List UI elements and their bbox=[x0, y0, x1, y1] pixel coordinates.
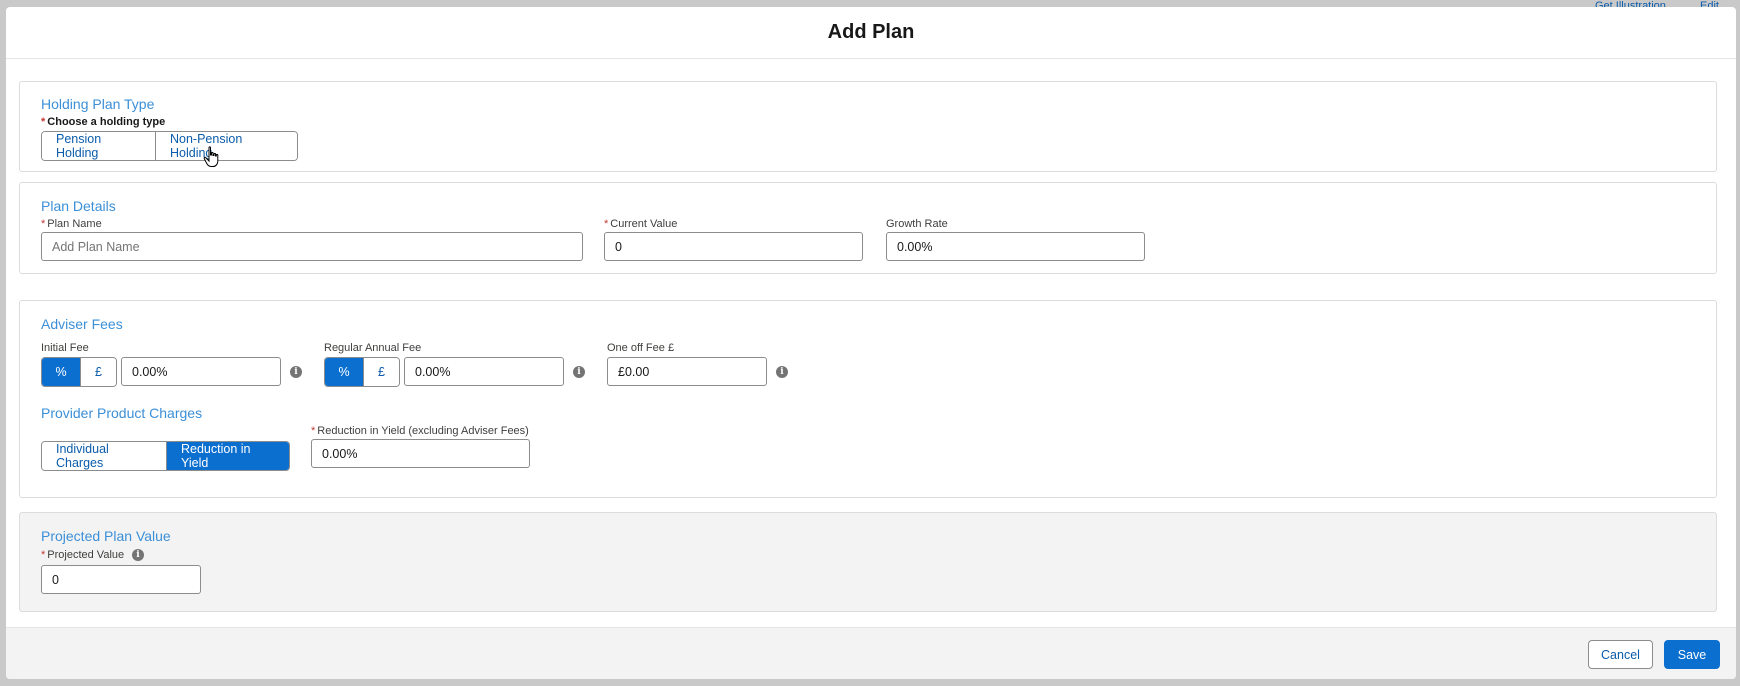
modal-body[interactable]: Holding Plan Type * Choose a holding type… bbox=[6, 59, 1736, 626]
initial-fee-percent-button[interactable]: % bbox=[42, 358, 81, 386]
projected-plan-value-section: Projected Plan Value * Projected Value i bbox=[19, 512, 1717, 612]
add-plan-modal: Add Plan Holding Plan Type * Choose a hol… bbox=[6, 7, 1736, 679]
initial-fee-info-icon[interactable]: i bbox=[290, 366, 302, 378]
modal-title: Add Plan bbox=[827, 21, 915, 43]
modal-header: Add Plan bbox=[6, 7, 1736, 59]
projected-value-label: * Projected Value bbox=[41, 549, 125, 561]
initial-fee-input[interactable] bbox=[121, 357, 281, 386]
growth-rate-input[interactable] bbox=[886, 232, 1145, 261]
regular-fee-input[interactable] bbox=[404, 357, 564, 386]
current-value-input[interactable] bbox=[604, 232, 863, 261]
section-title-adviser-fees: Adviser Fees bbox=[41, 316, 123, 332]
section-title-plan-details: Plan Details bbox=[41, 198, 116, 214]
section-title-provider-product-charges: Provider Product Charges bbox=[41, 405, 203, 421]
holding-plan-type-section: Holding Plan Type * Choose a holding type… bbox=[19, 81, 1717, 172]
initial-fee-pound-button[interactable]: £ bbox=[81, 358, 116, 386]
modal-footer: Cancel Save bbox=[6, 627, 1736, 679]
one-off-fee-input[interactable] bbox=[607, 357, 767, 386]
regular-fee-percent-button[interactable]: % bbox=[325, 358, 364, 386]
adviser-fees-section: Adviser Fees Initial Fee % £ i Regular A… bbox=[19, 300, 1717, 498]
section-title-projected-plan-value: Projected Plan Value bbox=[41, 528, 171, 544]
reduction-in-yield-button[interactable]: Reduction in Yield bbox=[167, 442, 289, 470]
plan-name-input[interactable] bbox=[41, 232, 583, 261]
growth-rate-label: Growth Rate bbox=[886, 218, 948, 230]
regular-annual-fee-label: Regular Annual Fee bbox=[324, 342, 422, 354]
projected-value-info-icon[interactable]: i bbox=[132, 549, 144, 561]
pension-holding-button[interactable]: Pension Holding bbox=[42, 132, 156, 160]
initial-fee-unit-toggle: % £ bbox=[41, 357, 117, 387]
regular-fee-unit-toggle: % £ bbox=[324, 357, 400, 387]
plan-name-label: * Plan Name bbox=[41, 218, 102, 230]
section-title-holding-plan-type: Holding Plan Type bbox=[41, 96, 155, 112]
projected-value-input[interactable] bbox=[41, 565, 201, 594]
holding-type-label: * Choose a holding type bbox=[41, 116, 166, 128]
hand-pointer-cursor-icon bbox=[203, 146, 219, 167]
one-off-fee-info-icon[interactable]: i bbox=[776, 366, 788, 378]
save-button[interactable]: Save bbox=[1664, 640, 1720, 669]
one-off-fee-label: One off Fee £ bbox=[607, 342, 675, 354]
non-pension-holding-button[interactable]: Non-Pension Holding bbox=[156, 132, 297, 160]
required-asterisk: * bbox=[41, 116, 46, 128]
reduction-in-yield-label: * Reduction in Yield (excluding Adviser F… bbox=[311, 425, 529, 437]
regular-fee-info-icon[interactable]: i bbox=[573, 366, 585, 378]
reduction-in-yield-input[interactable] bbox=[311, 439, 530, 468]
cancel-button[interactable]: Cancel bbox=[1588, 640, 1653, 669]
current-value-label: * Current Value bbox=[604, 218, 678, 230]
plan-details-section: Plan Details *Plan Name *Current Value G… bbox=[19, 182, 1717, 274]
regular-fee-pound-button[interactable]: £ bbox=[364, 358, 399, 386]
initial-fee-label: Initial Fee bbox=[41, 342, 89, 354]
provider-charges-toggle: Individual Charges Reduction in Yield bbox=[41, 441, 290, 471]
individual-charges-button[interactable]: Individual Charges bbox=[42, 442, 167, 470]
holding-type-toggle: Pension Holding Non-Pension Holding bbox=[41, 131, 298, 161]
